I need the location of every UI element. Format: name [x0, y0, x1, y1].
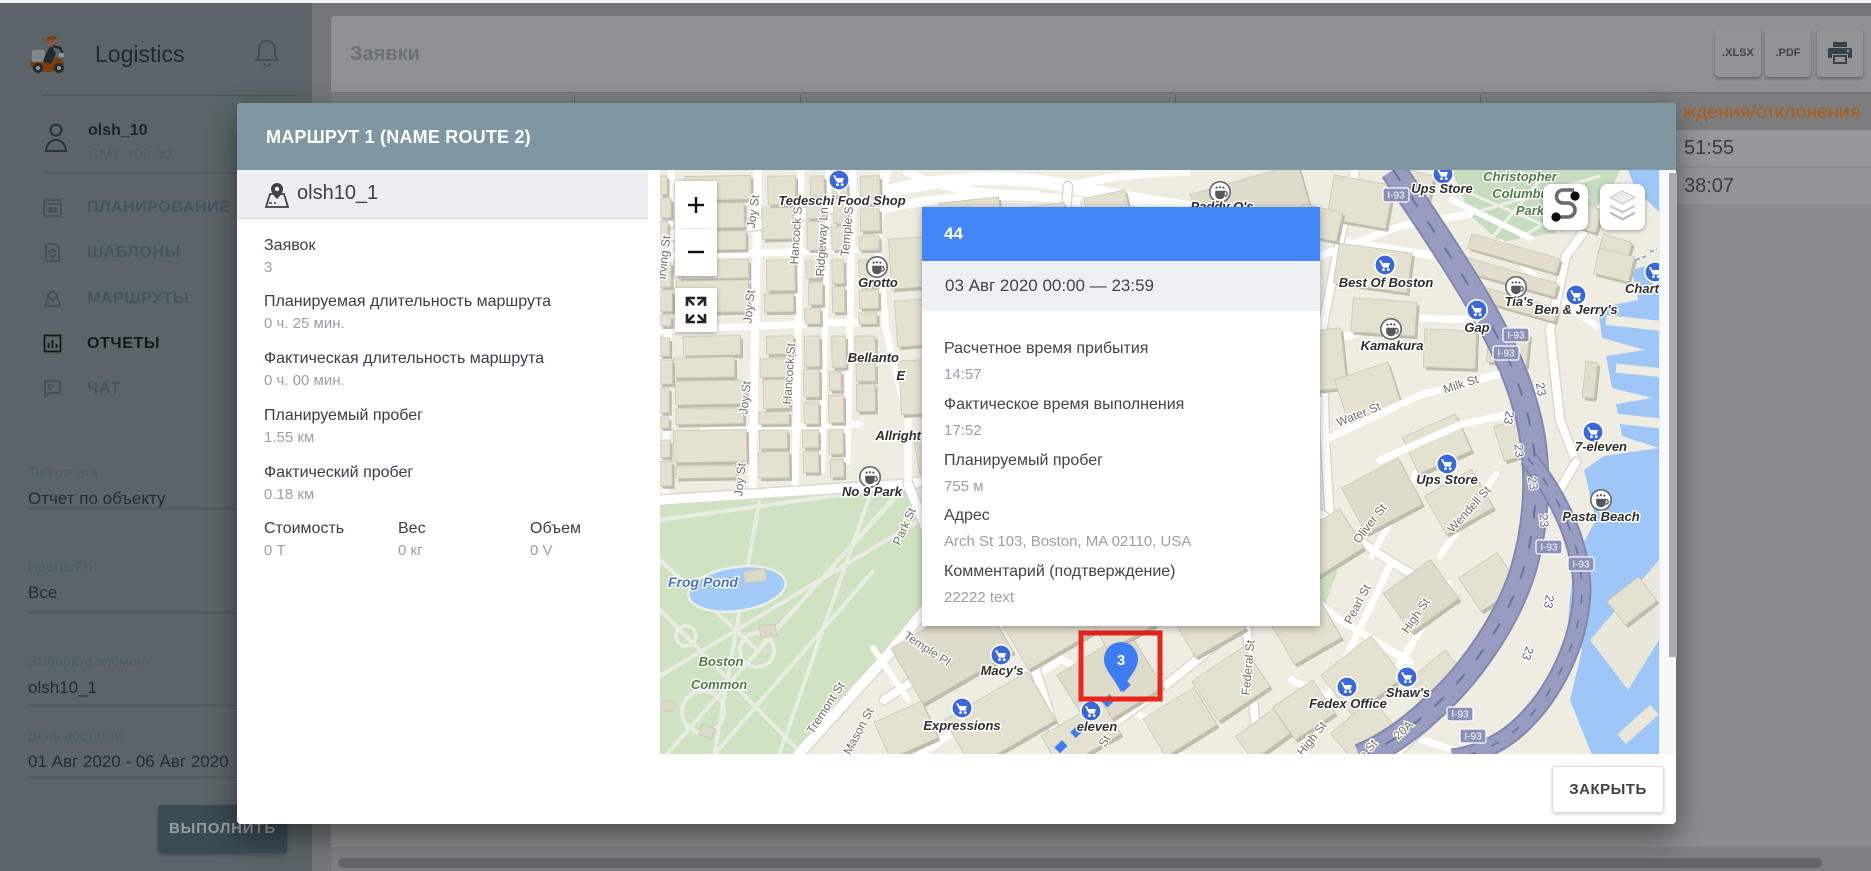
svg-text:Allright: Allright: [875, 428, 922, 443]
svg-text:3: 3: [1117, 652, 1125, 669]
svg-text:Fedex Office: Fedex Office: [1309, 696, 1387, 711]
svg-text:7-eleven: 7-eleven: [1575, 439, 1627, 454]
svg-text:I-93: I-93: [1540, 543, 1558, 554]
svg-text:Best Of Boston: Best Of Boston: [1339, 275, 1434, 290]
svg-text:Ups Store: Ups Store: [1416, 472, 1477, 487]
svg-text:I-93: I-93: [1451, 710, 1469, 721]
svg-text:23: 23: [1525, 476, 1541, 492]
svg-text:Christopher: Christopher: [1483, 170, 1558, 184]
svg-text:Pasta Beach: Pasta Beach: [1562, 509, 1639, 524]
svg-text:Bellanto: Bellanto: [848, 350, 899, 365]
svg-text:Ben & Jerry's: Ben & Jerry's: [1534, 302, 1617, 317]
svg-text:Grotto: Grotto: [858, 275, 898, 290]
svg-text:Expressions: Expressions: [923, 718, 1000, 733]
svg-text:Kamakura: Kamakura: [1361, 338, 1424, 353]
svg-text:I-93: I-93: [1387, 191, 1405, 202]
svg-text:I-93: I-93: [1464, 732, 1482, 743]
svg-text:Chart: Chart: [1625, 281, 1659, 296]
svg-text:Ups Store: Ups Store: [1411, 181, 1472, 196]
svg-text:I-93: I-93: [1497, 349, 1515, 360]
svg-text:Shaw's: Shaw's: [1386, 685, 1430, 700]
svg-text:23: 23: [1536, 513, 1551, 528]
svg-text:Tia's: Tia's: [1505, 294, 1534, 309]
svg-text:Macy's: Macy's: [981, 663, 1024, 678]
svg-text:I-93: I-93: [1507, 331, 1525, 342]
svg-text:Common: Common: [691, 677, 747, 692]
svg-text:23: 23: [1541, 594, 1557, 610]
svg-text:eleven: eleven: [1077, 719, 1118, 734]
svg-text:23: 23: [1533, 382, 1549, 398]
svg-text:Park: Park: [1516, 203, 1545, 218]
svg-text:Boston: Boston: [699, 654, 744, 669]
svg-text:I-93: I-93: [1572, 560, 1590, 571]
svg-text:E: E: [896, 368, 905, 383]
svg-text:Tedeschi Food Shop: Tedeschi Food Shop: [778, 193, 905, 208]
svg-text:Frog Pond: Frog Pond: [668, 574, 738, 590]
svg-text:23: 23: [1501, 410, 1517, 426]
svg-text:23: 23: [1511, 443, 1526, 458]
svg-text:No 9 Park: No 9 Park: [842, 484, 903, 499]
